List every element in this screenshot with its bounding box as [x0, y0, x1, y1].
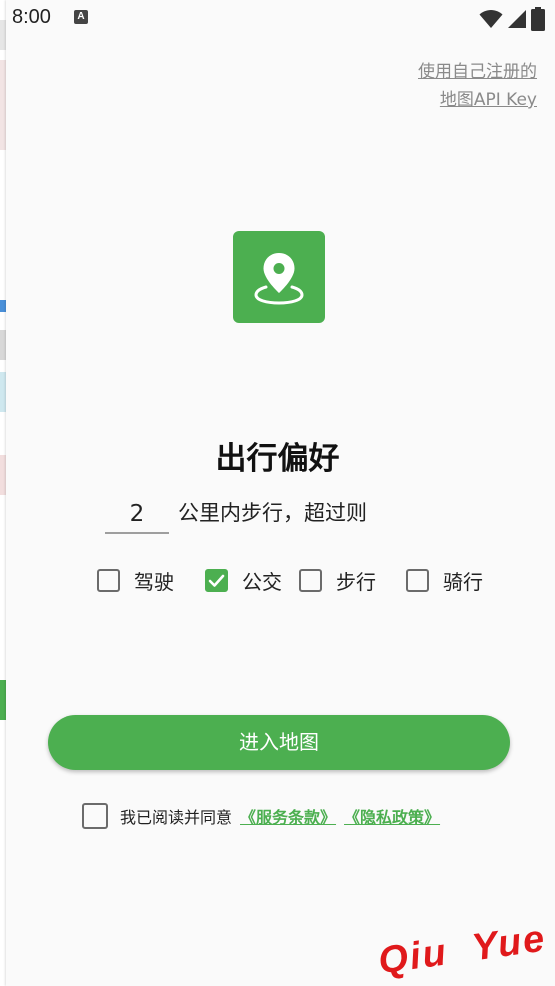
terms-of-service-link[interactable]: 《服务条款》	[240, 804, 336, 828]
app-screen: 8:00 A 使用自己注册的 地图API Key 出行偏好 2 公里内步行，超过…	[0, 0, 555, 986]
checkbox-checked[interactable]	[205, 569, 228, 592]
checkmark-icon	[208, 574, 225, 587]
checkbox-unchecked[interactable]	[97, 569, 120, 592]
mode-checkbox-bus[interactable]: 公交	[205, 566, 282, 595]
walk-distance-suffix: 公里内步行，超过则	[178, 501, 367, 525]
app-logo	[233, 231, 325, 323]
agreement-row: 我已阅读并同意 《服务条款》 《隐私政策》	[82, 803, 440, 829]
checkbox-unchecked[interactable]	[406, 569, 429, 592]
agreement-text: 我已阅读并同意	[120, 808, 233, 827]
mode-label-walk: 步行	[336, 570, 376, 594]
api-key-link-line1: 使用自己注册的	[418, 62, 537, 82]
walk-distance-input[interactable]	[105, 496, 169, 534]
walk-distance-row: 公里内步行，超过则	[105, 496, 367, 536]
enter-map-button[interactable]: 进入地图	[48, 715, 510, 770]
mode-label-drive: 驾驶	[134, 570, 174, 594]
mode-checkbox-bike[interactable]: 骑行	[406, 566, 483, 595]
agreement-checkbox[interactable]	[82, 803, 108, 829]
checkbox-unchecked[interactable]	[299, 569, 322, 592]
status-icons	[479, 7, 545, 31]
status-time: 8:00	[12, 6, 51, 28]
cellular-signal-icon	[508, 10, 526, 28]
mode-label-bus: 公交	[242, 570, 282, 594]
privacy-policy-link[interactable]: 《隐私政策》	[344, 804, 440, 828]
wifi-icon	[479, 10, 503, 28]
notification-icon: A	[74, 10, 88, 24]
mode-checkbox-drive[interactable]: 驾驶	[97, 566, 174, 595]
api-key-link-line2: 地图API Key	[439, 90, 537, 110]
page-title: 出行偏好	[215, 441, 340, 477]
mode-label-bike: 骑行	[443, 570, 483, 594]
mode-checkbox-walk[interactable]: 步行	[299, 566, 376, 595]
main-panel	[6, 0, 555, 986]
map-pin-icon	[254, 253, 304, 305]
battery-icon	[531, 7, 545, 31]
custom-api-key-link[interactable]: 使用自己注册的 地图API Key	[377, 58, 537, 114]
status-bar: 8:00 A	[0, 0, 555, 38]
